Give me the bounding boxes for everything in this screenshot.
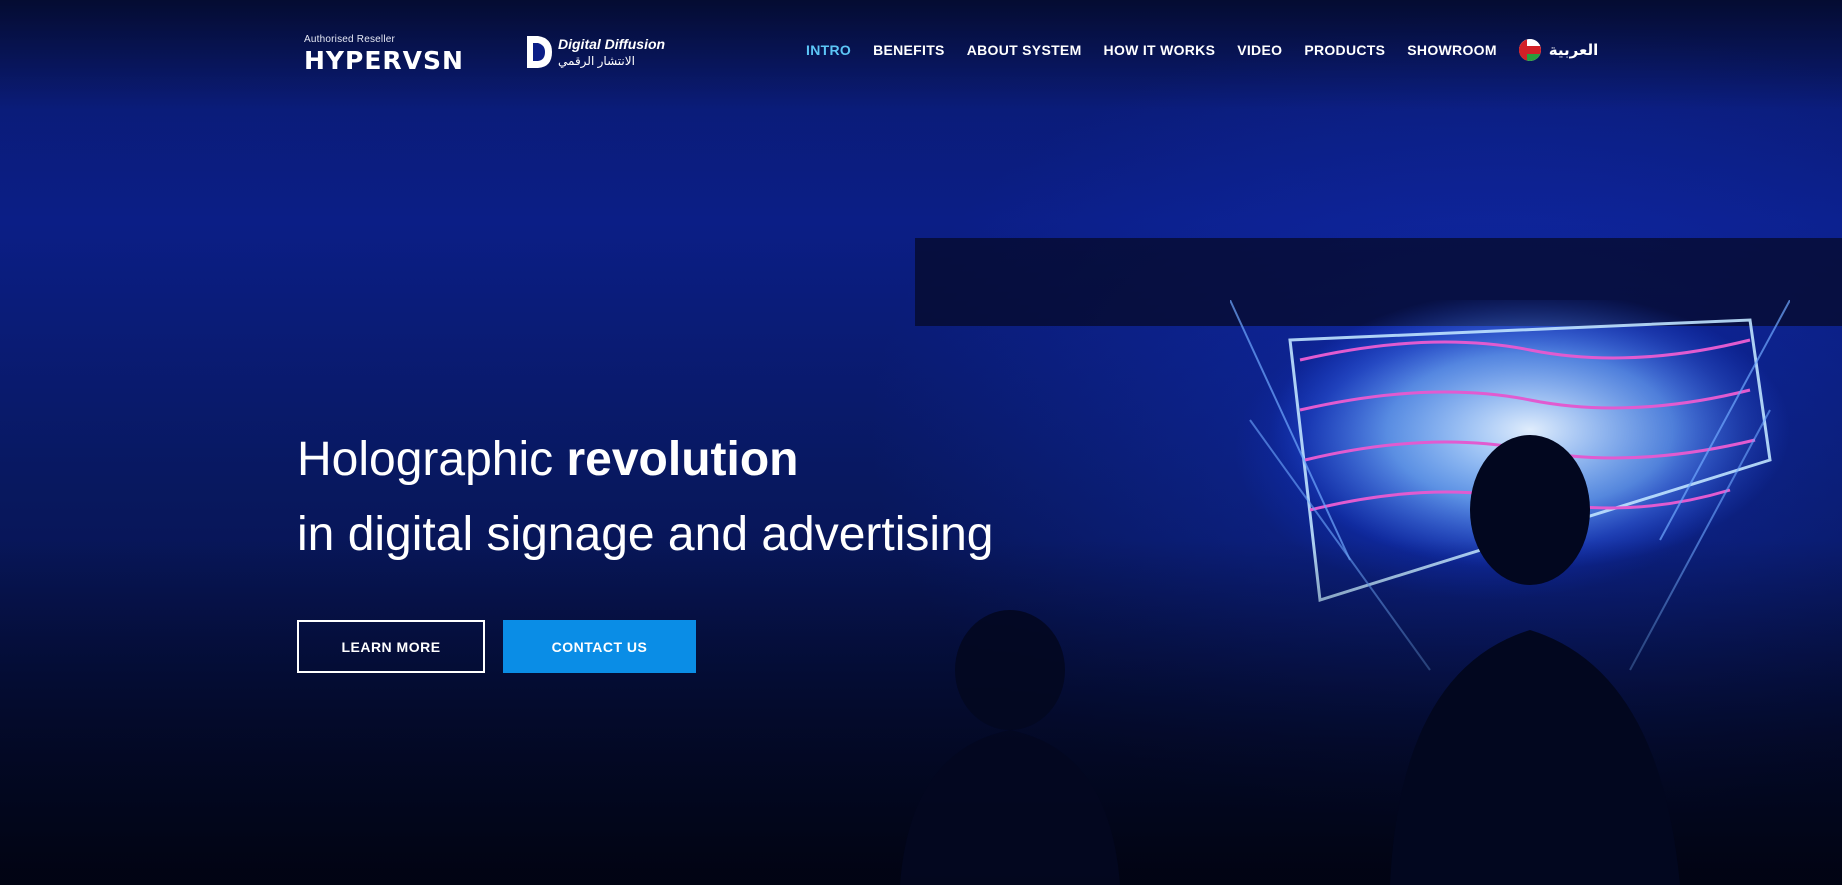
hero-title-bold: revolution [566, 433, 799, 486]
nav-item-how-it-works[interactable]: HOW IT WORKS [1104, 42, 1216, 58]
person-silhouette [1390, 435, 1680, 885]
hero-title: Holographic revolution [297, 432, 799, 487]
nav-item-intro[interactable]: INTRO [806, 42, 851, 58]
hero-title-regular: Holographic [297, 433, 567, 486]
main-nav: INTRO BENEFITS ABOUT SYSTEM HOW IT WORKS… [806, 39, 1598, 61]
nav-item-products[interactable]: PRODUCTS [1304, 42, 1385, 58]
partner-name-en: Digital Diffusion [558, 36, 666, 52]
nav-item-benefits[interactable]: BENEFITS [873, 42, 945, 58]
hypervsn-logo[interactable]: Authorised Reseller HYPERVSN [304, 34, 504, 75]
hero-subtitle: in digital signage and advertising [297, 508, 994, 561]
learn-more-button[interactable]: LEARN MORE [297, 620, 485, 673]
reseller-label: Authorised Reseller [304, 34, 396, 45]
nav-item-about-system[interactable]: ABOUT SYSTEM [967, 42, 1082, 58]
partner-name-ar: الانتشار الرقمي [558, 54, 635, 68]
nav-item-showroom[interactable]: SHOWROOM [1407, 42, 1497, 58]
language-switcher[interactable]: العربية [1518, 39, 1599, 61]
digital-diffusion-icon [527, 36, 552, 68]
audience-silhouette [900, 610, 1120, 885]
brand-name: HYPERVSN [304, 46, 464, 75]
contact-us-button[interactable]: CONTACT US [503, 620, 696, 673]
digital-diffusion-logo[interactable]: Digital Diffusion الانتشار الرقمي [524, 34, 674, 74]
language-label: العربية [1548, 42, 1599, 59]
oman-flag-icon [1518, 39, 1541, 61]
nav-item-video[interactable]: VIDEO [1237, 42, 1282, 58]
site-header: Authorised Reseller HYPERVSN Digital Dif… [0, 0, 1842, 100]
